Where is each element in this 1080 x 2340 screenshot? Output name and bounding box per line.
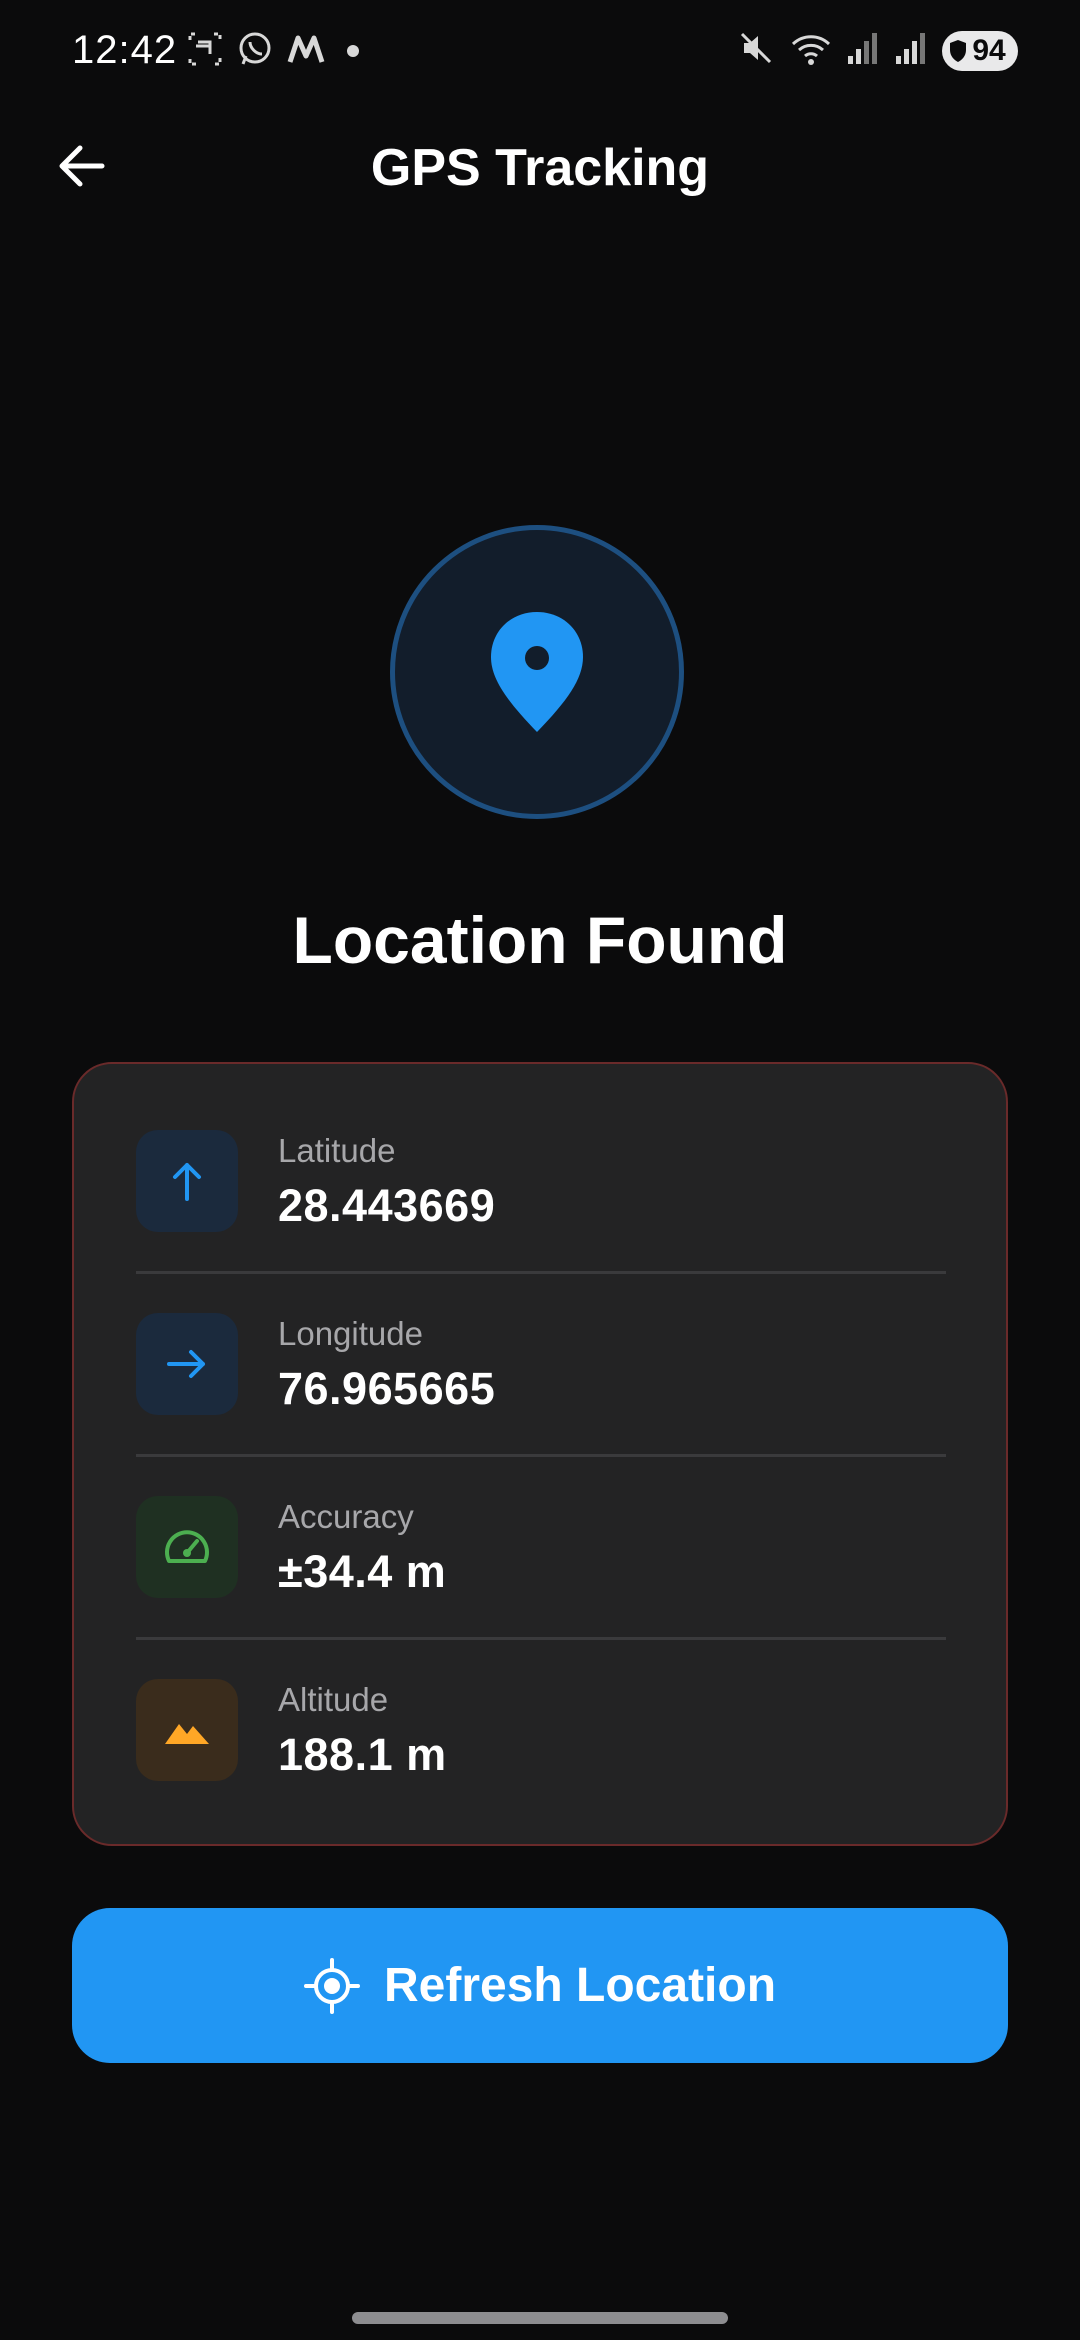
- whatsapp-icon: [236, 30, 274, 73]
- info-label: Accuracy: [278, 1498, 414, 1535]
- speedometer-icon: [165, 1530, 209, 1563]
- arrow-up-icon: [173, 1163, 201, 1201]
- refresh-location-button[interactable]: Refresh Location: [72, 1908, 1008, 2063]
- status-bar: 12:42 94: [0, 0, 1080, 104]
- info-value: 188.1 m: [278, 1729, 447, 1780]
- info-row-latitude: Latitude 28.443669: [136, 1064, 946, 1247]
- location-status-title: Location Found: [292, 903, 788, 977]
- info-label: Latitude: [278, 1132, 396, 1169]
- accuracy-icon-box: [136, 1496, 238, 1598]
- system-icons: 94: [736, 28, 1018, 73]
- info-value: ±34.4 m: [278, 1546, 447, 1597]
- info-label: Longitude: [278, 1315, 423, 1352]
- arrow-right-icon: [167, 1350, 205, 1378]
- info-row-altitude: Altitude 188.1 m: [136, 1613, 946, 1796]
- signal-icon: [894, 28, 928, 73]
- top-app-bar: GPS Tracking: [0, 104, 1080, 228]
- page-title: GPS Tracking: [370, 139, 710, 197]
- info-value: 76.965665: [278, 1363, 496, 1414]
- info-row-accuracy: Accuracy ±34.4 m: [136, 1430, 946, 1613]
- battery-level: 94: [972, 33, 1006, 67]
- info-label: Altitude: [278, 1681, 389, 1718]
- gps-crosshair-icon: [303, 1957, 360, 2014]
- terrain-icon: [165, 1724, 209, 1744]
- dot-icon: [338, 30, 368, 73]
- longitude-icon-box: [136, 1313, 238, 1415]
- mute-icon: [736, 28, 776, 73]
- location-info-card: Latitude 28.443669 Longitude 76.965665 A…: [72, 1062, 1008, 1846]
- location-status-circle: [390, 525, 684, 819]
- battery-icon: 94: [942, 30, 1018, 71]
- altitude-icon-box: [136, 1679, 238, 1781]
- info-value: 28.443669: [278, 1180, 496, 1231]
- screenshot-icon: [186, 30, 224, 73]
- status-time: 12:42: [72, 28, 178, 72]
- info-row-longitude: Longitude 76.965665: [136, 1247, 946, 1430]
- refresh-button-label: Refresh Location: [383, 1959, 777, 2012]
- wifi-icon: [790, 28, 832, 73]
- latitude-icon-box: [136, 1130, 238, 1232]
- home-indicator[interactable]: [352, 2312, 728, 2324]
- location-pin-icon: [491, 612, 583, 732]
- notification-icons: [186, 30, 368, 73]
- m-app-icon: [286, 30, 326, 73]
- signal-icon: [846, 28, 880, 73]
